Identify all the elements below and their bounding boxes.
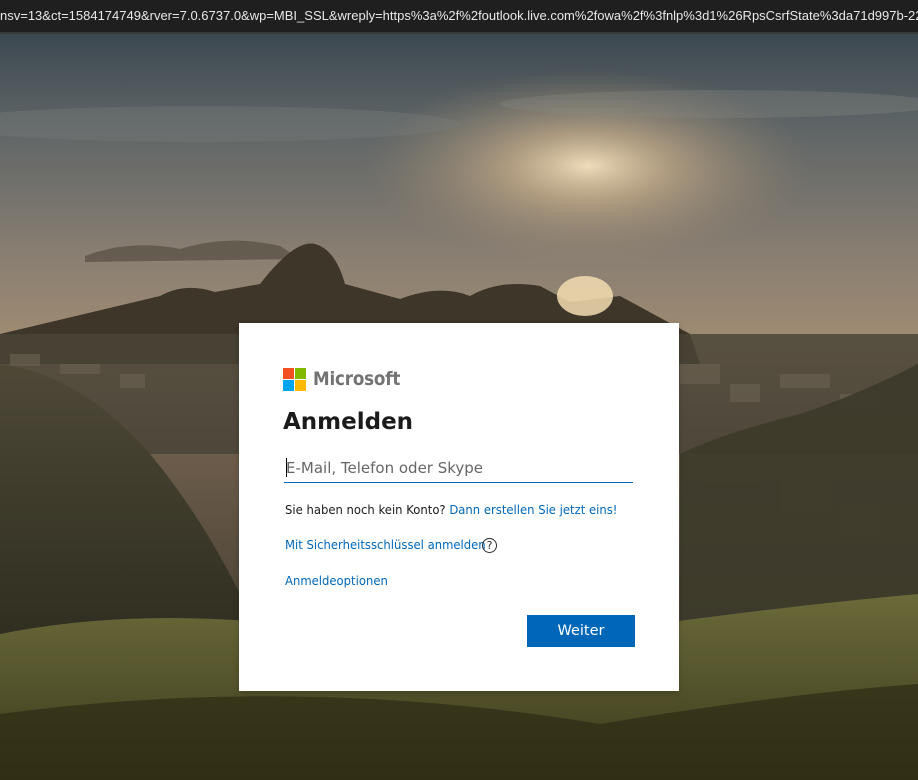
logo-square-blue [283,379,294,391]
signin-options-link[interactable]: Anmeldeoptionen [285,573,388,588]
no-account-text: Sie haben noch kein Konto? Dann erstelle… [285,502,617,517]
page: nsv=13&ct=1584174749&rver=7.0.6737.0&wp=… [0,0,918,780]
text-caret [286,458,287,477]
address-bar[interactable]: nsv=13&ct=1584174749&rver=7.0.6737.0&wp=… [0,0,918,34]
signin-options: Anmeldeoptionen [285,573,388,588]
logo-square-red [283,367,294,379]
microsoft-logo-icon [283,367,306,391]
brand-name: Microsoft [313,368,401,390]
question-circle-icon[interactable]: ? [482,538,497,553]
security-key-row: Mit Sicherheitsschlüssel anmelden [285,537,501,552]
logo-square-green [295,367,306,379]
security-key-link[interactable]: Mit Sicherheitsschlüssel anmelden [285,537,486,552]
signin-card: Microsoft Anmelden Sie haben noch kein K… [239,323,679,691]
url-text[interactable]: nsv=13&ct=1584174749&rver=7.0.6737.0&wp=… [0,8,918,23]
microsoft-logo: Microsoft [283,367,412,391]
next-button[interactable]: Weiter [527,615,635,647]
no-account-label: Sie haben noch kein Konto? [285,502,446,517]
email-field[interactable] [284,453,633,483]
logo-square-yellow [295,379,306,391]
page-title: Anmelden [283,409,414,435]
create-account-link[interactable]: Dann erstellen Sie jetzt eins! [449,502,617,517]
